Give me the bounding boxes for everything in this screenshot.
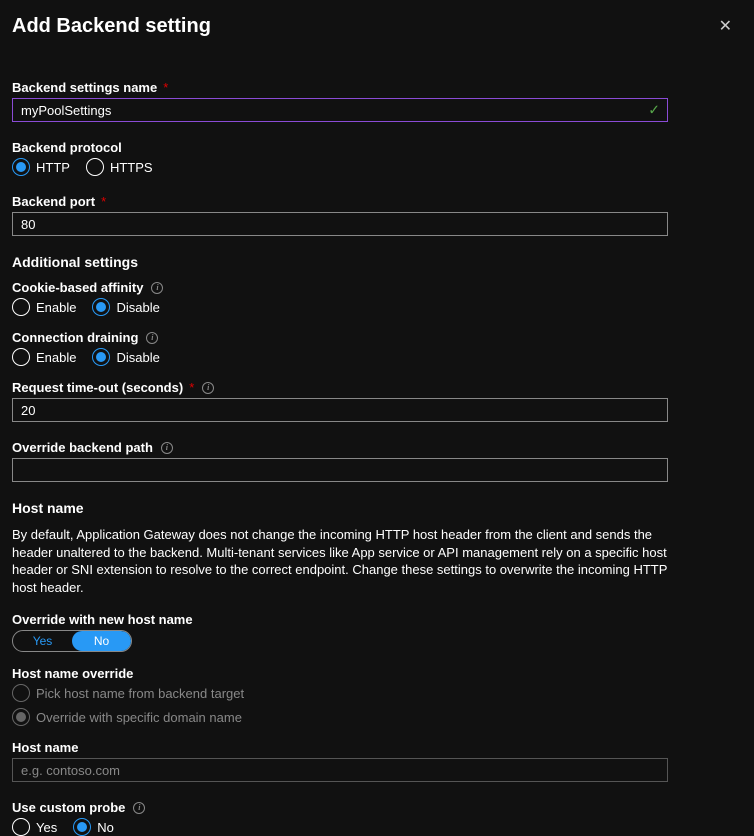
drain-disable-label: Disable — [116, 350, 159, 365]
host-override-backend-radio: Pick host name from backend target — [12, 684, 742, 702]
info-icon[interactable]: i — [146, 332, 158, 344]
cookie-disable-label: Disable — [116, 300, 159, 315]
backend-port-label: Backend port — [12, 194, 95, 209]
required-indicator: * — [189, 380, 194, 395]
custom-probe-yes-label: Yes — [36, 820, 57, 835]
override-host-no[interactable]: No — [72, 631, 131, 651]
info-icon[interactable]: i — [161, 442, 173, 454]
close-icon[interactable]: ✕ — [715, 12, 736, 40]
radio-icon — [12, 298, 30, 316]
host-override-specific-radio: Override with specific domain name — [12, 708, 742, 726]
override-path-input[interactable] — [12, 458, 668, 482]
radio-icon — [12, 158, 30, 176]
protocol-http-radio[interactable]: HTTP — [12, 158, 70, 176]
backend-protocol-label: Backend protocol — [12, 140, 122, 155]
info-icon[interactable]: i — [202, 382, 214, 394]
info-icon[interactable]: i — [151, 282, 163, 294]
timeout-label: Request time-out (seconds) — [12, 380, 183, 395]
page-title: Add Backend setting — [12, 15, 211, 38]
radio-icon — [12, 708, 30, 726]
hostname-input — [12, 758, 668, 782]
override-path-label: Override backend path — [12, 440, 153, 455]
override-host-toggle[interactable]: Yes No — [12, 630, 132, 652]
protocol-https-label: HTTPS — [110, 160, 153, 175]
check-icon: ✓ — [648, 102, 660, 119]
override-host-yes[interactable]: Yes — [13, 631, 72, 651]
backend-name-input[interactable] — [12, 98, 668, 122]
drain-enable-label: Enable — [36, 350, 76, 365]
radio-icon — [92, 348, 110, 366]
radio-icon — [86, 158, 104, 176]
timeout-input[interactable] — [12, 398, 668, 422]
radio-icon — [12, 684, 30, 702]
backend-name-label: Backend settings name — [12, 80, 157, 95]
required-indicator: * — [101, 194, 106, 209]
cookie-enable-radio[interactable]: Enable — [12, 298, 76, 316]
custom-probe-no-label: No — [97, 820, 114, 835]
radio-icon — [12, 348, 30, 366]
info-icon[interactable]: i — [133, 802, 145, 814]
radio-icon — [12, 818, 30, 836]
required-indicator: * — [163, 80, 168, 95]
cookie-enable-label: Enable — [36, 300, 76, 315]
connection-draining-label: Connection draining — [12, 330, 138, 345]
hostname-label: Host name — [12, 740, 78, 755]
custom-probe-label: Use custom probe — [12, 800, 125, 815]
cookie-affinity-label: Cookie-based affinity — [12, 280, 143, 295]
host-override-type-label: Host name override — [12, 666, 133, 681]
hostname-description: By default, Application Gateway does not… — [12, 526, 672, 596]
host-override-backend-label: Pick host name from backend target — [36, 686, 244, 701]
hostname-heading: Host name — [12, 500, 742, 516]
custom-probe-no-radio[interactable]: No — [73, 818, 114, 836]
custom-probe-yes-radio[interactable]: Yes — [12, 818, 57, 836]
protocol-https-radio[interactable]: HTTPS — [86, 158, 153, 176]
protocol-http-label: HTTP — [36, 160, 70, 175]
override-host-label: Override with new host name — [12, 612, 193, 627]
cookie-disable-radio[interactable]: Disable — [92, 298, 159, 316]
radio-icon — [73, 818, 91, 836]
radio-icon — [92, 298, 110, 316]
host-override-specific-label: Override with specific domain name — [36, 710, 242, 725]
drain-enable-radio[interactable]: Enable — [12, 348, 76, 366]
drain-disable-radio[interactable]: Disable — [92, 348, 159, 366]
additional-settings-heading: Additional settings — [12, 254, 742, 270]
backend-port-input[interactable] — [12, 212, 668, 236]
